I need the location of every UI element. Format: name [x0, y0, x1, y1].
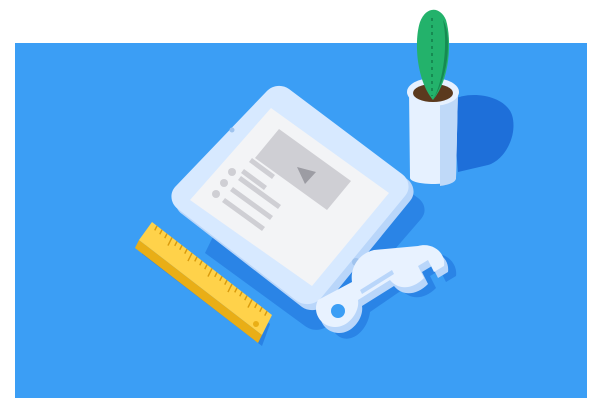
ruler-hole	[253, 321, 259, 327]
illustration-canvas	[0, 0, 589, 398]
tools-and-tablet-illustration	[15, 9, 587, 398]
bullet-dot	[220, 179, 228, 187]
bullet-dot	[212, 190, 220, 198]
bullet-dot	[228, 168, 236, 176]
wrench-ring-hole	[331, 304, 345, 318]
tablet-camera	[229, 127, 235, 133]
